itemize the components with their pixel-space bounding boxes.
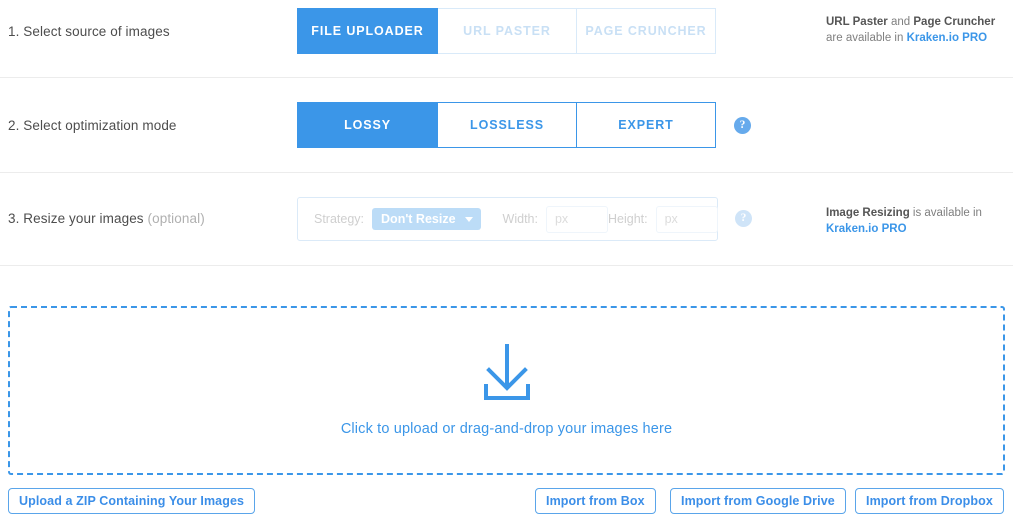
import-from-dropbox-label: Import from Dropbox bbox=[866, 494, 993, 508]
promo-resize: Image Resizing is available in Kraken.io… bbox=[826, 205, 1011, 237]
width-input[interactable] bbox=[545, 205, 608, 233]
tab-lossless[interactable]: LOSSLESS bbox=[438, 102, 577, 148]
tab-file-uploader[interactable]: FILE UPLOADER bbox=[297, 8, 438, 54]
promo-resize-availability: is available in bbox=[909, 207, 982, 219]
tab-url-paster-label: URL PASTER bbox=[463, 24, 551, 38]
import-from-google-drive-label: Import from Google Drive bbox=[681, 494, 835, 508]
height-label: Height: bbox=[607, 212, 648, 226]
divider-3 bbox=[0, 265, 1013, 266]
dropzone-label: Click to upload or drag-and-drop your im… bbox=[340, 421, 673, 437]
tab-expert-label: EXPERT bbox=[618, 118, 674, 132]
tab-url-paster[interactable]: URL PASTER bbox=[438, 8, 577, 54]
promo-source-feature-1: URL Paster bbox=[826, 16, 888, 28]
import-from-box-label: Import from Box bbox=[546, 494, 645, 508]
upload-dropzone[interactable]: Click to upload or drag-and-drop your im… bbox=[8, 306, 1005, 475]
tab-file-uploader-label: FILE UPLOADER bbox=[311, 24, 424, 38]
tab-lossless-label: LOSSLESS bbox=[470, 118, 544, 132]
step-1-label-text: 1. Select source of images bbox=[8, 24, 170, 39]
step-row-source: 1. Select source of images FILE UPLOADER… bbox=[0, 0, 1013, 78]
optimization-tab-group: LOSSY LOSSLESS EXPERT bbox=[297, 102, 716, 148]
tab-page-cruncher-label: PAGE CRUNCHER bbox=[585, 24, 707, 38]
resize-panel: Strategy: Don't Resize Width: Height: bbox=[297, 197, 718, 241]
download-arrow-icon bbox=[476, 344, 538, 405]
import-from-box-button[interactable]: Import from Box bbox=[535, 488, 656, 514]
promo-source-feature-2: Page Cruncher bbox=[913, 16, 996, 28]
tab-lossy[interactable]: LOSSY bbox=[297, 102, 438, 148]
source-tab-group: FILE UPLOADER URL PASTER PAGE CRUNCHER bbox=[297, 8, 716, 54]
step-2-label-text: 2. Select optimization mode bbox=[8, 118, 177, 133]
step-2-label: 2. Select optimization mode bbox=[8, 118, 177, 133]
tab-expert[interactable]: EXPERT bbox=[577, 102, 716, 148]
kraken-pro-link-2[interactable]: Kraken.io PRO bbox=[826, 223, 907, 235]
strategy-label: Strategy: bbox=[314, 212, 365, 226]
question-mark-icon: ? bbox=[739, 119, 746, 131]
step-3-label-text: 3. Resize your images bbox=[8, 211, 148, 226]
step-3-label: 3. Resize your images (optional) bbox=[8, 211, 205, 226]
tab-lossy-label: LOSSY bbox=[344, 118, 391, 132]
width-label: Width: bbox=[502, 212, 538, 226]
step-row-resize: 3. Resize your images (optional) Strateg… bbox=[0, 173, 1013, 266]
promo-resize-feature: Image Resizing bbox=[826, 207, 910, 219]
step-1-label: 1. Select source of images bbox=[8, 24, 170, 39]
step-row-optimization: 2. Select optimization mode LOSSY LOSSLE… bbox=[0, 78, 1013, 173]
tab-page-cruncher[interactable]: PAGE CRUNCHER bbox=[577, 8, 716, 54]
promo-source-availability: are available in bbox=[826, 32, 907, 44]
strategy-select[interactable]: Don't Resize bbox=[372, 208, 481, 230]
optimization-help-icon[interactable]: ? bbox=[734, 117, 751, 134]
upload-zip-button[interactable]: Upload a ZIP Containing Your Images bbox=[8, 488, 256, 514]
promo-source-conjunction: and bbox=[887, 16, 914, 28]
promo-source: URL Paster and Page Cruncher are availab… bbox=[826, 14, 1006, 46]
resize-help-icon[interactable]: ? bbox=[735, 210, 752, 227]
import-from-dropbox-button[interactable]: Import from Dropbox bbox=[855, 488, 1004, 514]
upload-zip-button-label: Upload a ZIP Containing Your Images bbox=[19, 494, 245, 508]
kraken-pro-link-1[interactable]: Kraken.io PRO bbox=[907, 32, 988, 44]
chevron-down-icon bbox=[464, 216, 473, 222]
height-input[interactable] bbox=[655, 205, 718, 233]
import-from-google-drive-button[interactable]: Import from Google Drive bbox=[670, 488, 846, 514]
step-3-optional-text: (optional) bbox=[147, 211, 205, 226]
strategy-select-value: Don't Resize bbox=[381, 212, 456, 226]
question-mark-icon: ? bbox=[740, 212, 747, 224]
